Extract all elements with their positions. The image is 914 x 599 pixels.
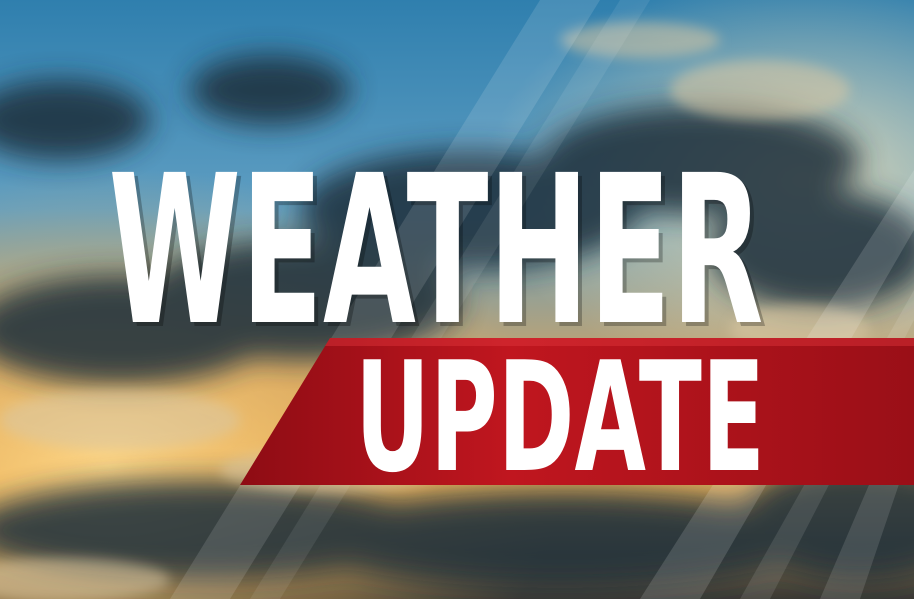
headline-text: WEATHER bbox=[109, 140, 764, 340]
weather-update-graphic: UPDATE WEATHER WEATHER bbox=[0, 0, 914, 599]
headline: WEATHER WEATHER bbox=[109, 140, 768, 340]
subheadline-text: UPDATE bbox=[355, 329, 765, 506]
